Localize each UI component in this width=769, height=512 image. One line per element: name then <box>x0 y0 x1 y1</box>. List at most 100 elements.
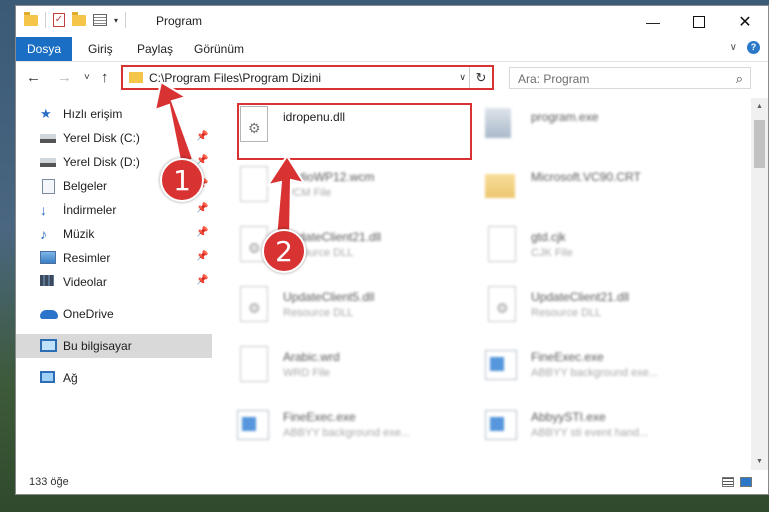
scrollbar-thumb[interactable] <box>754 120 765 168</box>
maximize-icon <box>693 15 705 28</box>
sidebar-item-pictures[interactable]: Resimler 📌 <box>16 246 212 270</box>
file-item[interactable]: program.exe <box>482 102 712 154</box>
back-button[interactable]: ← <box>26 69 41 86</box>
address-dropdown-icon[interactable]: ∨ <box>459 72 466 83</box>
file-name: Arabic.wrd <box>283 350 340 364</box>
sidebar-item-label: Videolar <box>63 275 107 289</box>
address-bar[interactable]: C:\Program Files\Program Dizini ∨ ↻ <box>121 65 494 90</box>
sidebar-item-local-disk-c[interactable]: Yerel Disk (C:) 📌 <box>16 126 212 150</box>
file-type: WRD File <box>283 367 331 379</box>
dll-file-icon: ⚙ <box>240 286 268 322</box>
close-button[interactable]: ✕ <box>722 6 768 37</box>
new-folder-icon[interactable] <box>72 11 86 26</box>
details-view-icon[interactable] <box>722 477 734 487</box>
scroll-down-icon[interactable]: ▼ <box>751 453 768 470</box>
file-name: AudioWP12.wcm <box>283 170 375 184</box>
sidebar-item-label: Ağ <box>63 371 78 385</box>
music-icon: ♪ <box>40 226 47 242</box>
sidebar-item-music[interactable]: ♪ Müzik 📌 <box>16 222 212 246</box>
pin-icon[interactable]: 📌 <box>196 203 208 214</box>
sidebar-item-label: Hızlı erişim <box>63 107 123 121</box>
network-icon <box>40 371 55 383</box>
callout-1: 1 <box>160 158 204 202</box>
sidebar-item-quick-access[interactable]: ★ Hızlı erişim <box>16 102 212 126</box>
file-type: CJK File <box>531 247 573 259</box>
drive-icon <box>40 158 56 167</box>
ribbon-tabs: Dosya Giriş Paylaş Görünüm ∨ ? <box>16 37 768 62</box>
expand-ribbon-icon[interactable]: ∨ <box>730 42 737 53</box>
downloads-icon: ↓ <box>40 202 47 218</box>
sidebar-item-network[interactable]: Ağ <box>16 366 212 390</box>
pin-icon[interactable]: 📌 <box>196 251 208 262</box>
tab-view[interactable]: Görünüm <box>194 37 244 61</box>
vertical-scrollbar[interactable]: ▲ ▼ <box>751 98 768 470</box>
search-input[interactable]: Ara: Program <box>518 72 589 86</box>
videos-icon <box>40 275 54 286</box>
file-item[interactable]: ⚙ UpdateClient5.dll Resource DLL <box>234 282 464 334</box>
highlight-box <box>237 103 472 160</box>
navigation-pane: ★ Hızlı erişim Yerel Disk (C:) 📌 Yerel D… <box>16 98 212 468</box>
sidebar-item-onedrive[interactable]: OneDrive <box>16 302 212 326</box>
help-icon[interactable]: ? <box>747 41 760 54</box>
file-icon <box>240 166 268 202</box>
tab-share[interactable]: Paylaş <box>137 37 173 61</box>
maximize-button[interactable] <box>676 6 722 37</box>
large-icons-view-icon[interactable] <box>740 477 752 487</box>
tab-file[interactable]: Dosya <box>16 37 72 61</box>
search-box[interactable]: Ara: Program ⌕ <box>509 67 751 89</box>
address-path[interactable]: C:\Program Files\Program Dizini <box>149 71 321 85</box>
pin-icon[interactable]: 📌 <box>196 275 208 286</box>
properties-icon[interactable] <box>93 14 107 26</box>
status-bar: 133 öğe <box>16 472 768 494</box>
quick-access-toolbar: ✓ ▾ <box>24 11 127 28</box>
file-item[interactable]: Arabic.wrd WRD File <box>234 342 464 394</box>
navigation-bar: ← → ˅ ↑ C:\Program Files\Program Dizini … <box>16 62 768 94</box>
recent-locations-button[interactable]: ˅ <box>84 72 90 83</box>
app-icon <box>485 350 517 380</box>
forward-button[interactable]: → <box>57 69 72 86</box>
toolbar-divider <box>125 12 127 28</box>
drive-icon <box>40 134 56 143</box>
file-item[interactable]: ⚙ UpdateClient21.dll Resource DLL <box>482 282 712 334</box>
folder-icon <box>24 11 38 26</box>
sidebar-item-label: Belgeler <box>63 179 108 193</box>
file-type: ABBYY background exe... <box>531 367 658 379</box>
folder-icon <box>485 174 515 198</box>
file-item[interactable]: FineExec.exe ABBYY background exe... <box>234 402 464 454</box>
title-bar: ✓ ▾ Program — ✕ <box>16 6 768 37</box>
file-item[interactable]: AudioWP12.wcm WCM File <box>234 162 464 214</box>
pin-icon[interactable]: 📌 <box>196 227 208 238</box>
file-name: AbbyySTI.exe <box>531 410 606 424</box>
scroll-up-icon[interactable]: ▲ <box>751 98 768 115</box>
minimize-button[interactable]: — <box>630 6 676 37</box>
item-count: 133 öğe <box>29 476 69 488</box>
pin-icon[interactable]: 📌 <box>196 131 208 142</box>
explorer-window: ✓ ▾ Program — ✕ Dosya Giriş Paylaş Görün… <box>15 5 769 495</box>
sidebar-item-this-pc[interactable]: Bu bilgisayar <box>16 334 212 358</box>
file-item[interactable]: Microsoft.VC90.CRT <box>482 162 712 214</box>
checkmark-icon[interactable]: ✓ <box>53 13 65 27</box>
file-icon <box>488 226 516 262</box>
sidebar-item-label: Müzik <box>63 227 95 241</box>
file-item[interactable]: FineExec.exe ABBYY background exe... <box>482 342 712 394</box>
file-item[interactable]: gtd.cjk CJK File <box>482 222 712 274</box>
file-name: FineExec.exe <box>531 350 604 364</box>
refresh-button[interactable]: ↻ <box>469 67 492 88</box>
up-button[interactable]: ↑ <box>101 69 109 86</box>
this-pc-icon <box>40 339 57 352</box>
quick-access-star-icon: ★ <box>40 106 52 121</box>
file-icon <box>240 346 268 382</box>
app-icon <box>485 410 517 440</box>
customize-toolbar-icon[interactable]: ▾ <box>114 16 118 25</box>
callout-2: 2 <box>262 229 306 273</box>
sidebar-item-label: İndirmeler <box>63 203 117 217</box>
file-name: FineExec.exe <box>283 410 356 424</box>
file-name: UpdateClient21.dll <box>531 290 630 304</box>
file-type: Resource DLL <box>531 307 602 319</box>
sidebar-item-videos[interactable]: Videolar 📌 <box>16 270 212 294</box>
tab-home[interactable]: Giriş <box>88 37 113 61</box>
file-name: UpdateClient5.dll <box>283 290 375 304</box>
file-item[interactable]: AbbyySTI.exe ABBYY sti event hand... <box>482 402 712 454</box>
sidebar-item-label: Yerel Disk (D:) <box>63 155 140 169</box>
file-type: WCM File <box>283 187 332 199</box>
